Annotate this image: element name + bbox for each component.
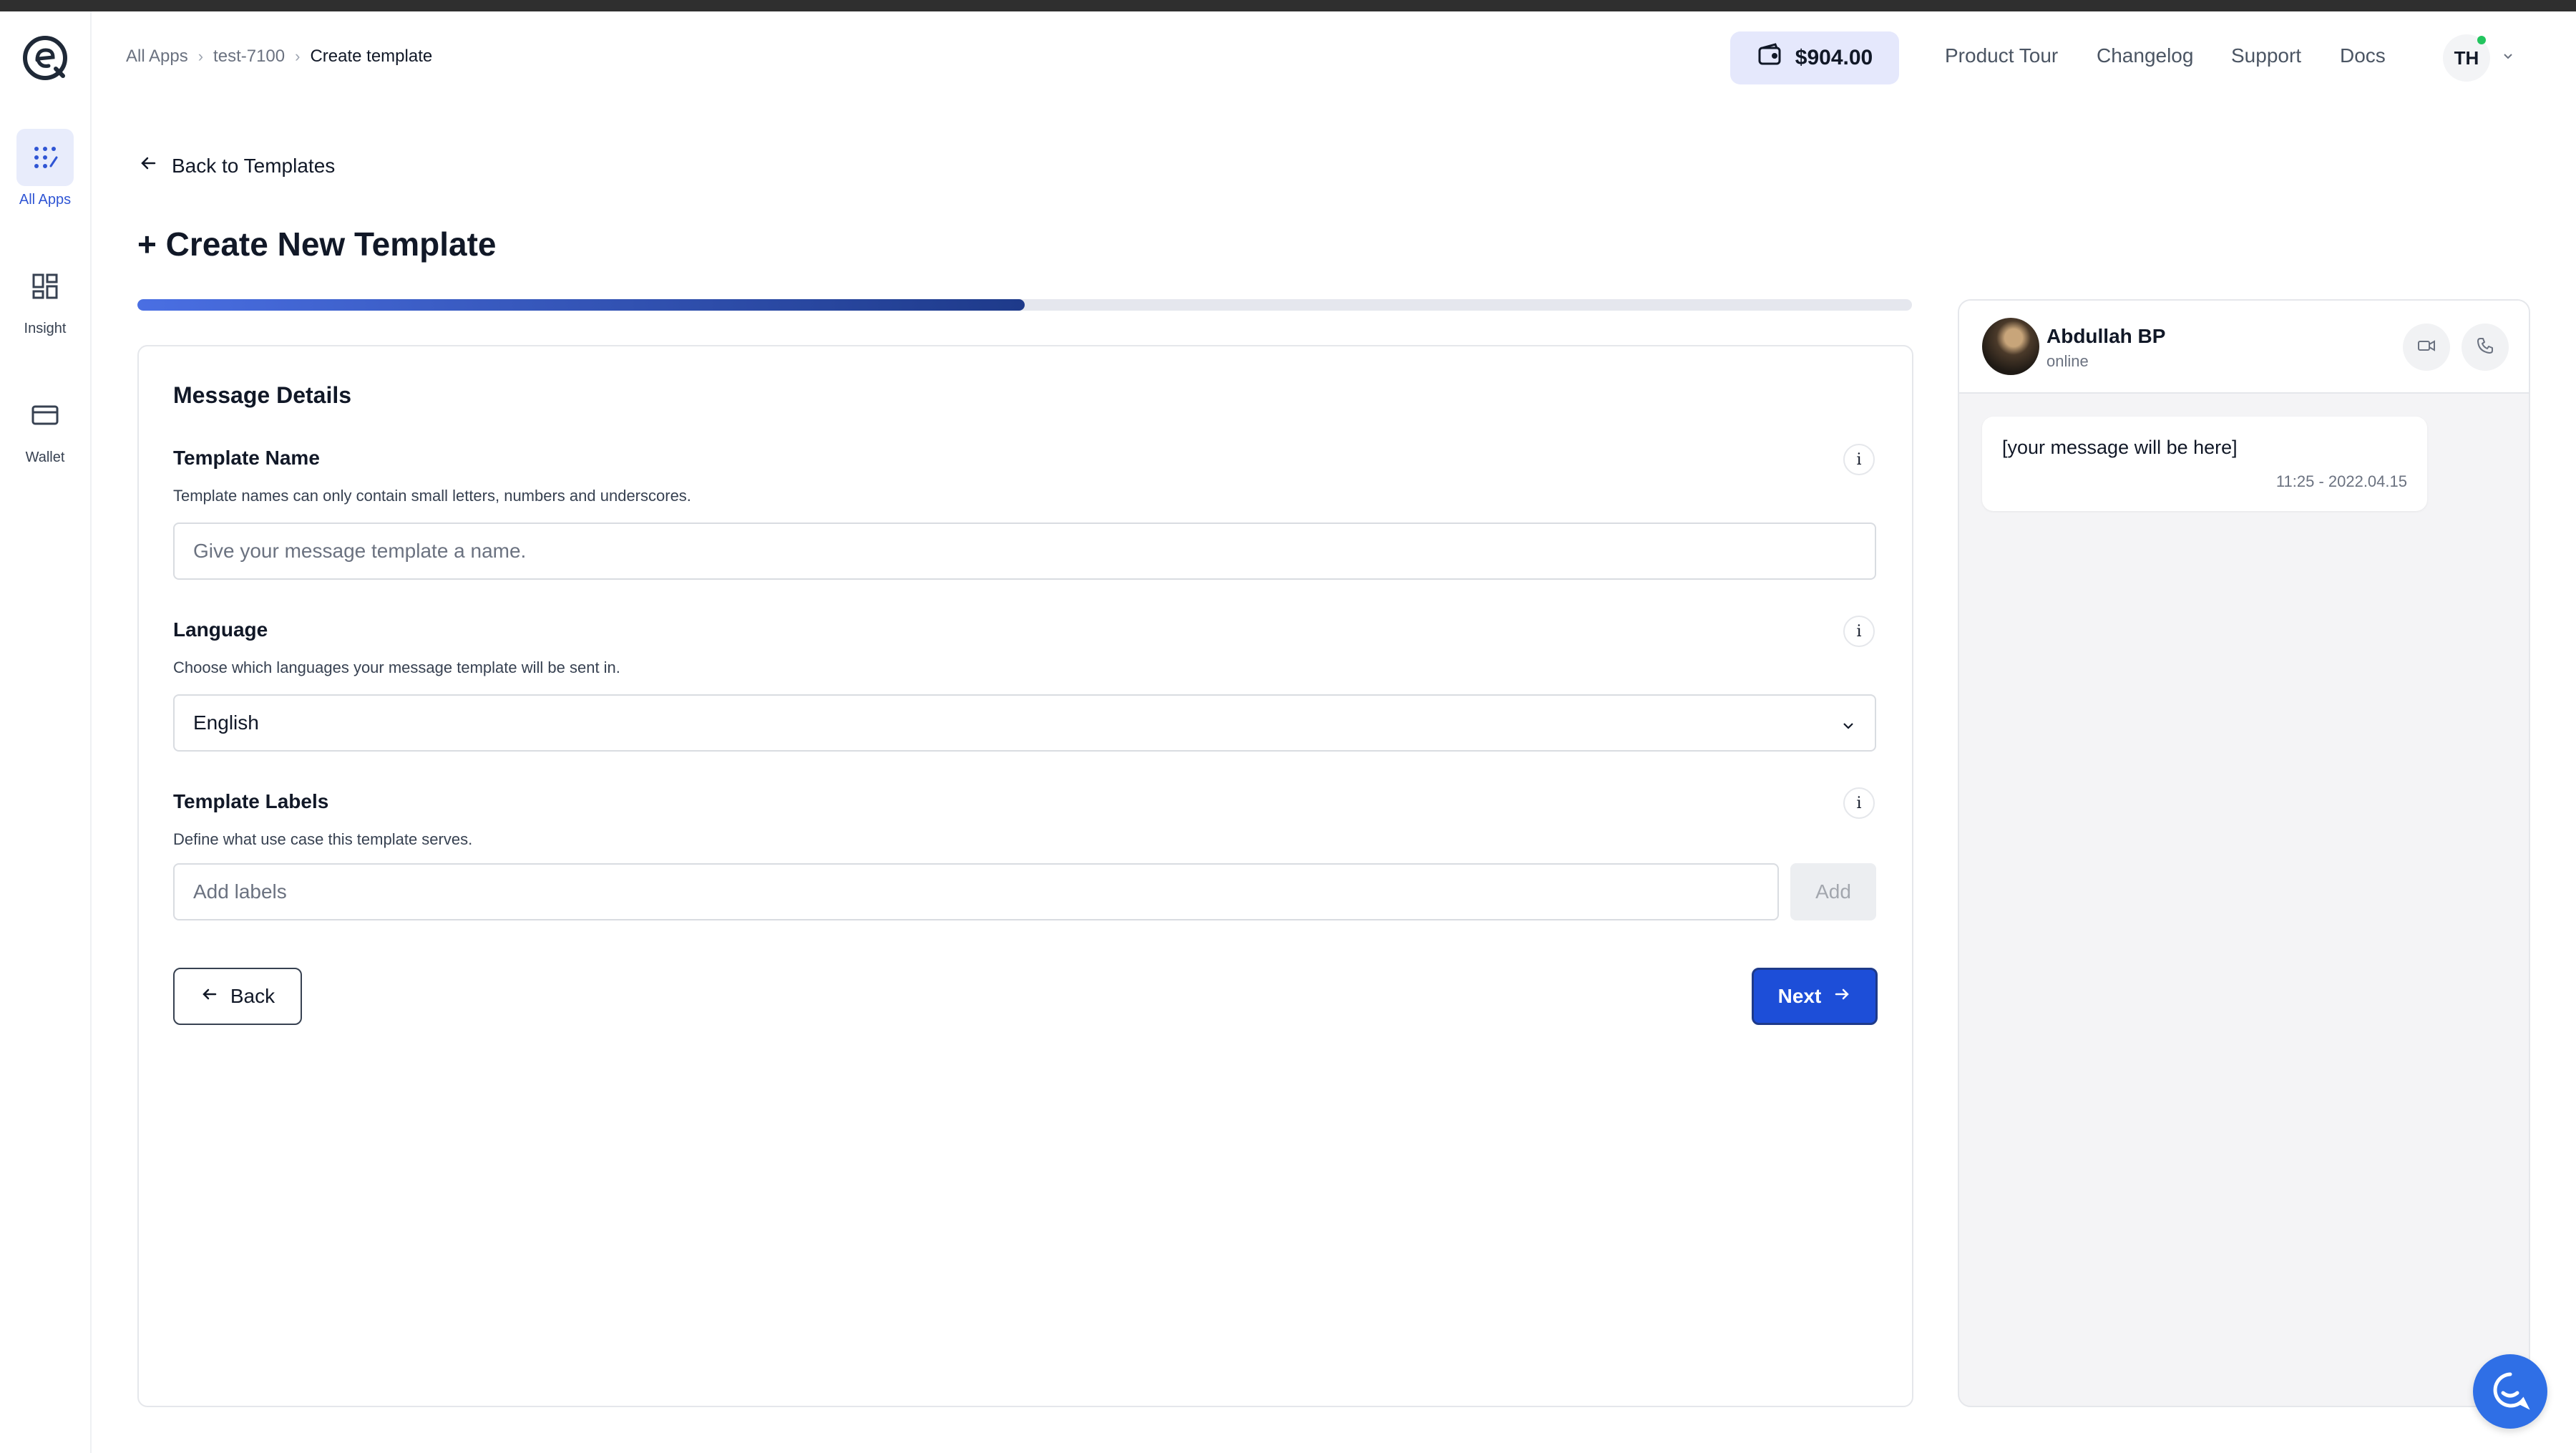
- nav-support[interactable]: Support: [2231, 44, 2301, 67]
- template-labels-label: Template Labels: [173, 790, 329, 812]
- grid-dots-icon: [16, 129, 74, 186]
- dashboard-icon: [16, 258, 74, 315]
- sidebar-item-label: Wallet: [25, 449, 65, 465]
- info-icon[interactable]: i: [1843, 616, 1875, 647]
- arrow-left-icon: [139, 153, 159, 178]
- contact-avatar: [1982, 318, 2039, 375]
- video-call-button[interactable]: [2403, 324, 2450, 371]
- language-selected-value: English: [193, 711, 259, 734]
- back-to-templates-link[interactable]: Back to Templates: [139, 153, 335, 178]
- next-button[interactable]: Next: [1752, 968, 1878, 1025]
- breadcrumb-current: Create template: [310, 47, 433, 66]
- chevron-right-icon: ›: [197, 47, 204, 65]
- sidebar: All Apps Insight Wallet: [0, 11, 92, 1453]
- back-button[interactable]: Back: [173, 968, 302, 1025]
- language-label: Language: [173, 618, 268, 641]
- contact-name: Abdullah BP: [2046, 325, 2166, 347]
- template-labels-help: Define what use case this template serve…: [173, 830, 473, 848]
- online-status-dot: [2477, 36, 2486, 44]
- nav-docs[interactable]: Docs: [2340, 44, 2386, 67]
- wallet-balance: $904.00: [1795, 46, 1873, 69]
- add-label-button[interactable]: Add: [1790, 863, 1876, 920]
- chevron-down-icon: [1840, 716, 1856, 739]
- template-name-input[interactable]: Give your message template a name.: [173, 523, 1876, 580]
- user-avatar[interactable]: TH: [2443, 34, 2490, 82]
- nav-changelog[interactable]: Changelog: [2097, 44, 2193, 67]
- phone-icon: [2475, 336, 2495, 359]
- contact-status: online: [2046, 352, 2089, 370]
- user-initials: TH: [2454, 47, 2479, 69]
- support-chat-button[interactable]: [2473, 1354, 2547, 1429]
- page-title: + Create New Template: [137, 225, 497, 263]
- window-top-strip: [0, 0, 2576, 11]
- message-preview-text: [your message will be here]: [2002, 437, 2238, 458]
- labels-input[interactable]: Add labels: [173, 863, 1779, 920]
- next-button-label: Next: [1777, 985, 1822, 1007]
- chevron-down-icon[interactable]: [2502, 50, 2514, 67]
- nav-product-tour[interactable]: Product Tour: [1945, 44, 2058, 67]
- sidebar-item-insight[interactable]: Insight: [0, 258, 90, 337]
- app-logo[interactable]: [20, 33, 70, 83]
- arrow-left-icon: [200, 985, 219, 1009]
- message-preview-panel: Abdullah BP online [your message will be…: [1958, 299, 2530, 1407]
- breadcrumb-app[interactable]: test-7100: [213, 47, 285, 67]
- language-select[interactable]: English: [173, 694, 1876, 752]
- chevron-right-icon: ›: [295, 47, 301, 65]
- message-details-card: Message Details Template Name i Template…: [137, 345, 1913, 1407]
- breadcrumb-all-apps[interactable]: All Apps: [126, 47, 188, 67]
- arrow-right-icon: [1833, 985, 1851, 1009]
- wallet-icon: [1757, 42, 1782, 74]
- step-progress-bar: [137, 299, 1912, 311]
- message-preview-bubble: [your message will be here] 11:25 - 2022…: [1982, 417, 2427, 511]
- message-timestamp: 11:25 - 2022.04.15: [2275, 472, 2407, 490]
- sidebar-item-wallet[interactable]: Wallet: [0, 387, 90, 466]
- info-icon[interactable]: i: [1843, 444, 1875, 475]
- language-help: Choose which languages your message temp…: [173, 659, 620, 676]
- credit-card-icon: [16, 387, 74, 444]
- chat-bubble-icon: [2489, 1369, 2532, 1415]
- breadcrumb: All Apps › test-7100 › Create template: [126, 46, 432, 67]
- sidebar-item-all-apps[interactable]: All Apps: [0, 129, 90, 208]
- template-name-label: Template Name: [173, 447, 320, 469]
- template-name-help: Template names can only contain small le…: [173, 487, 691, 505]
- sidebar-item-label: Insight: [24, 321, 67, 336]
- voice-call-button[interactable]: [2462, 324, 2509, 371]
- wallet-balance-button[interactable]: $904.00: [1730, 31, 1899, 84]
- section-title: Message Details: [173, 382, 352, 408]
- sidebar-item-label: All Apps: [19, 192, 72, 208]
- info-icon[interactable]: i: [1843, 787, 1875, 819]
- chat-header: Abdullah BP online: [1959, 301, 2529, 394]
- step-progress-fill: [137, 299, 1025, 311]
- video-camera-icon: [2416, 336, 2436, 359]
- back-link-label: Back to Templates: [172, 154, 336, 177]
- back-button-label: Back: [230, 985, 275, 1007]
